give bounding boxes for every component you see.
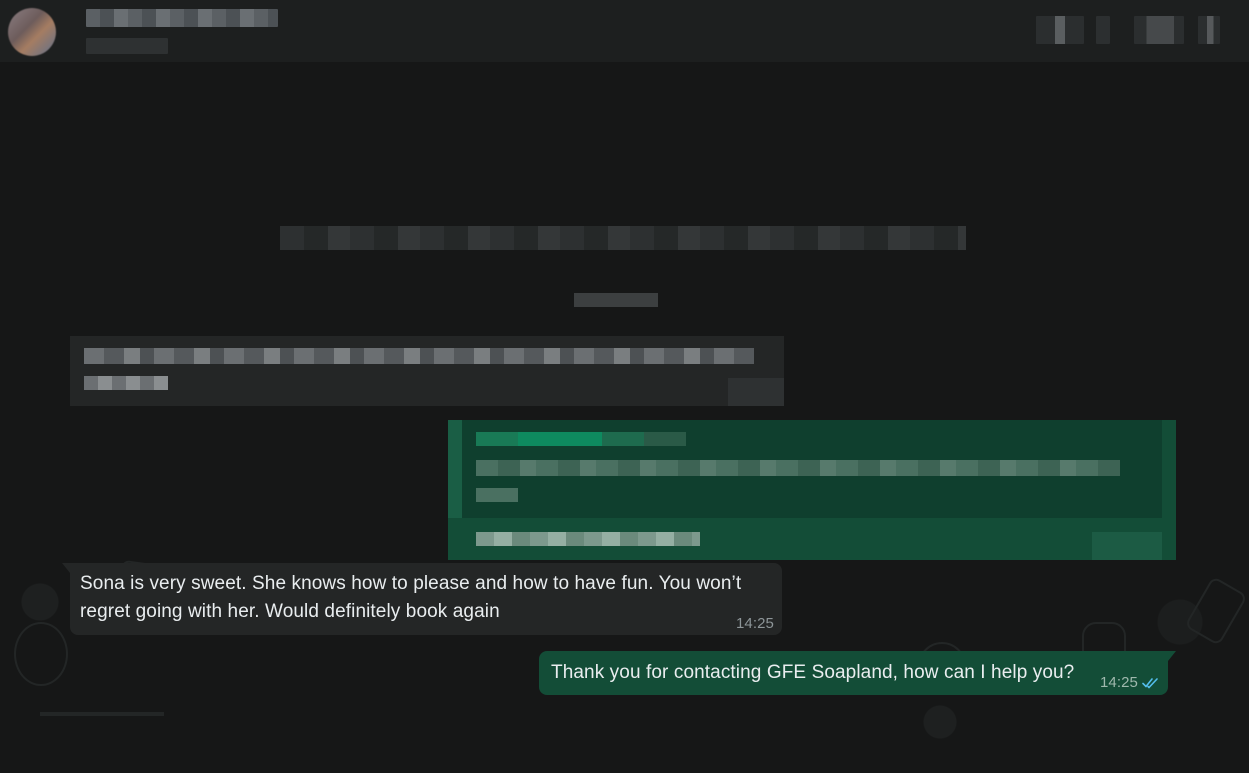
redacted-outgoing-reply[interactable]: [448, 420, 1176, 560]
contact-name-redacted[interactable]: [86, 9, 278, 27]
chat-header: [0, 0, 1249, 62]
redacted-incoming-message[interactable]: [70, 336, 784, 406]
redacted-quoted-text: [476, 488, 518, 502]
wallpaper-doodle: [1184, 575, 1248, 647]
redacted-date-chip: [574, 293, 658, 307]
contact-avatar[interactable]: [8, 8, 56, 56]
search-icon[interactable]: [1134, 16, 1184, 44]
message-timestamp: 14:25: [735, 615, 774, 632]
message-timestamp: 14:25: [1099, 674, 1138, 691]
message-text: Sona is very sweet. She knows how to ple…: [80, 573, 742, 622]
redacted-timestamp: [728, 378, 784, 406]
redacted-text-line: [84, 348, 754, 364]
contact-status-redacted: [86, 38, 168, 54]
redacted-system-message: [280, 226, 966, 250]
whatsapp-chat-window: Sona is very sweet. She knows how to ple…: [0, 0, 1249, 773]
wallpaper-doodle: [14, 622, 68, 686]
voice-call-icon[interactable]: [1096, 16, 1110, 44]
wallpaper-doodle: [40, 712, 164, 716]
outgoing-message[interactable]: Thank you for contacting GFE Soapland, h…: [539, 651, 1176, 695]
menu-icon[interactable]: [1198, 16, 1220, 44]
incoming-message[interactable]: Sona is very sweet. She knows how to ple…: [62, 563, 782, 635]
double-check-read-icon: [1142, 677, 1160, 689]
redacted-reply-text: [476, 532, 700, 546]
message-text: Thank you for contacting GFE Soapland, h…: [551, 662, 1075, 683]
redacted-quoted-text: [476, 460, 1120, 476]
redacted-text-line: [84, 376, 168, 390]
redacted-timestamp: [1092, 532, 1162, 560]
message-meta: 14:25: [1100, 674, 1160, 692]
video-call-icon[interactable]: [1036, 16, 1084, 44]
redacted-quoted-author: [476, 432, 686, 446]
